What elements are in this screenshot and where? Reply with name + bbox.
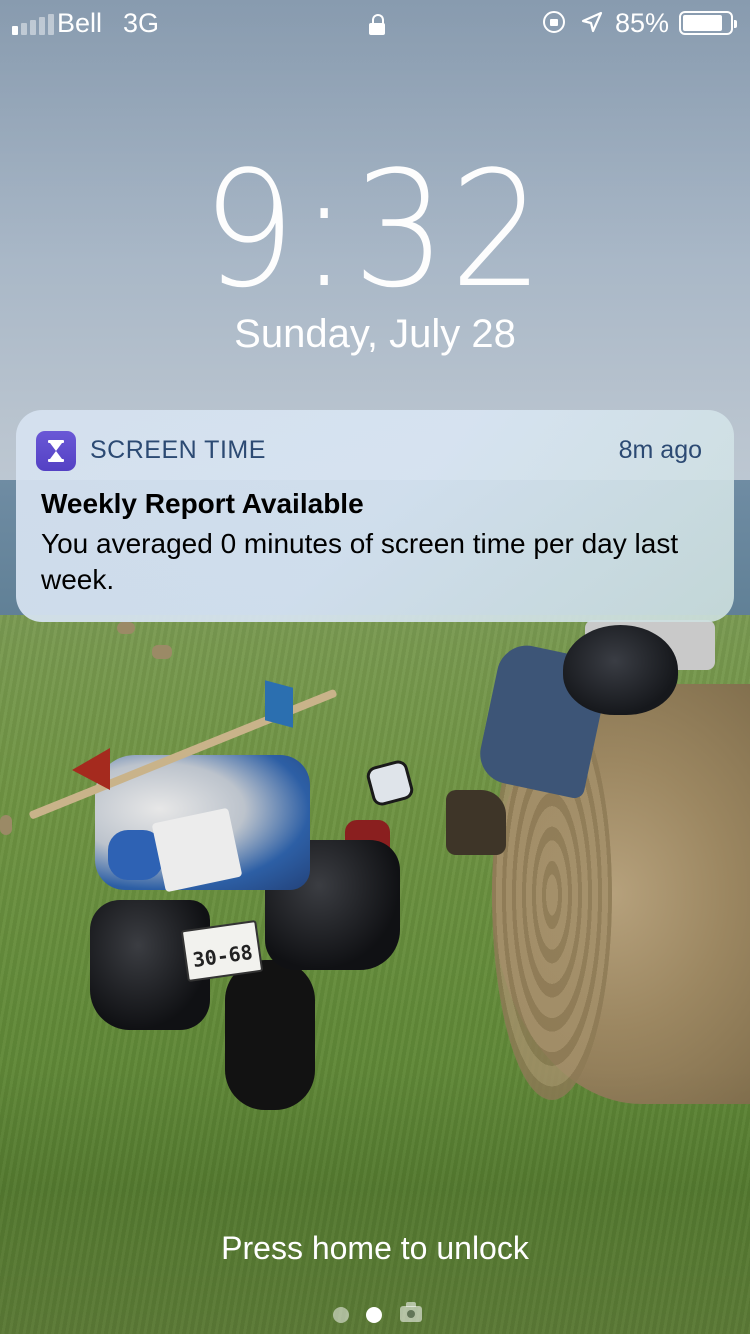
notification-body: You averaged 0 minutes of screen time pe… [41,528,679,595]
battery-icon [679,11,737,35]
notification-timestamp: 8m ago [618,436,702,464]
screen-time-app-icon [36,431,76,471]
notification-title: Weekly Report Available [41,488,364,519]
signal-strength-icon [12,14,54,35]
page-indicator[interactable] [330,1302,430,1325]
lock-screen-time: 9:32 [202,136,548,323]
notification-header: SCREEN TIME 8m ago [16,410,734,494]
notification-card[interactable]: SCREEN TIME 8m ago Weekly Report Availab… [16,410,734,622]
status-bar: Bell 3G 85% [0,0,750,48]
lock-icon [369,14,385,35]
notification-app-name: SCREEN TIME [90,436,266,464]
battery-percentage: 85% [615,8,670,38]
network-type: 3G [123,8,160,38]
page-dot-current[interactable] [366,1307,382,1323]
hourglass-icon [48,440,64,462]
lock-screen-date: Sunday, July 28 [234,312,516,356]
carrier-name: Bell [57,8,103,38]
camera-icon[interactable] [400,1302,422,1322]
rotation-lock-icon [543,11,565,33]
location-arrow-icon [580,10,606,36]
unlock-hint: Press home to unlock [221,1230,529,1266]
page-dot[interactable] [333,1307,349,1323]
